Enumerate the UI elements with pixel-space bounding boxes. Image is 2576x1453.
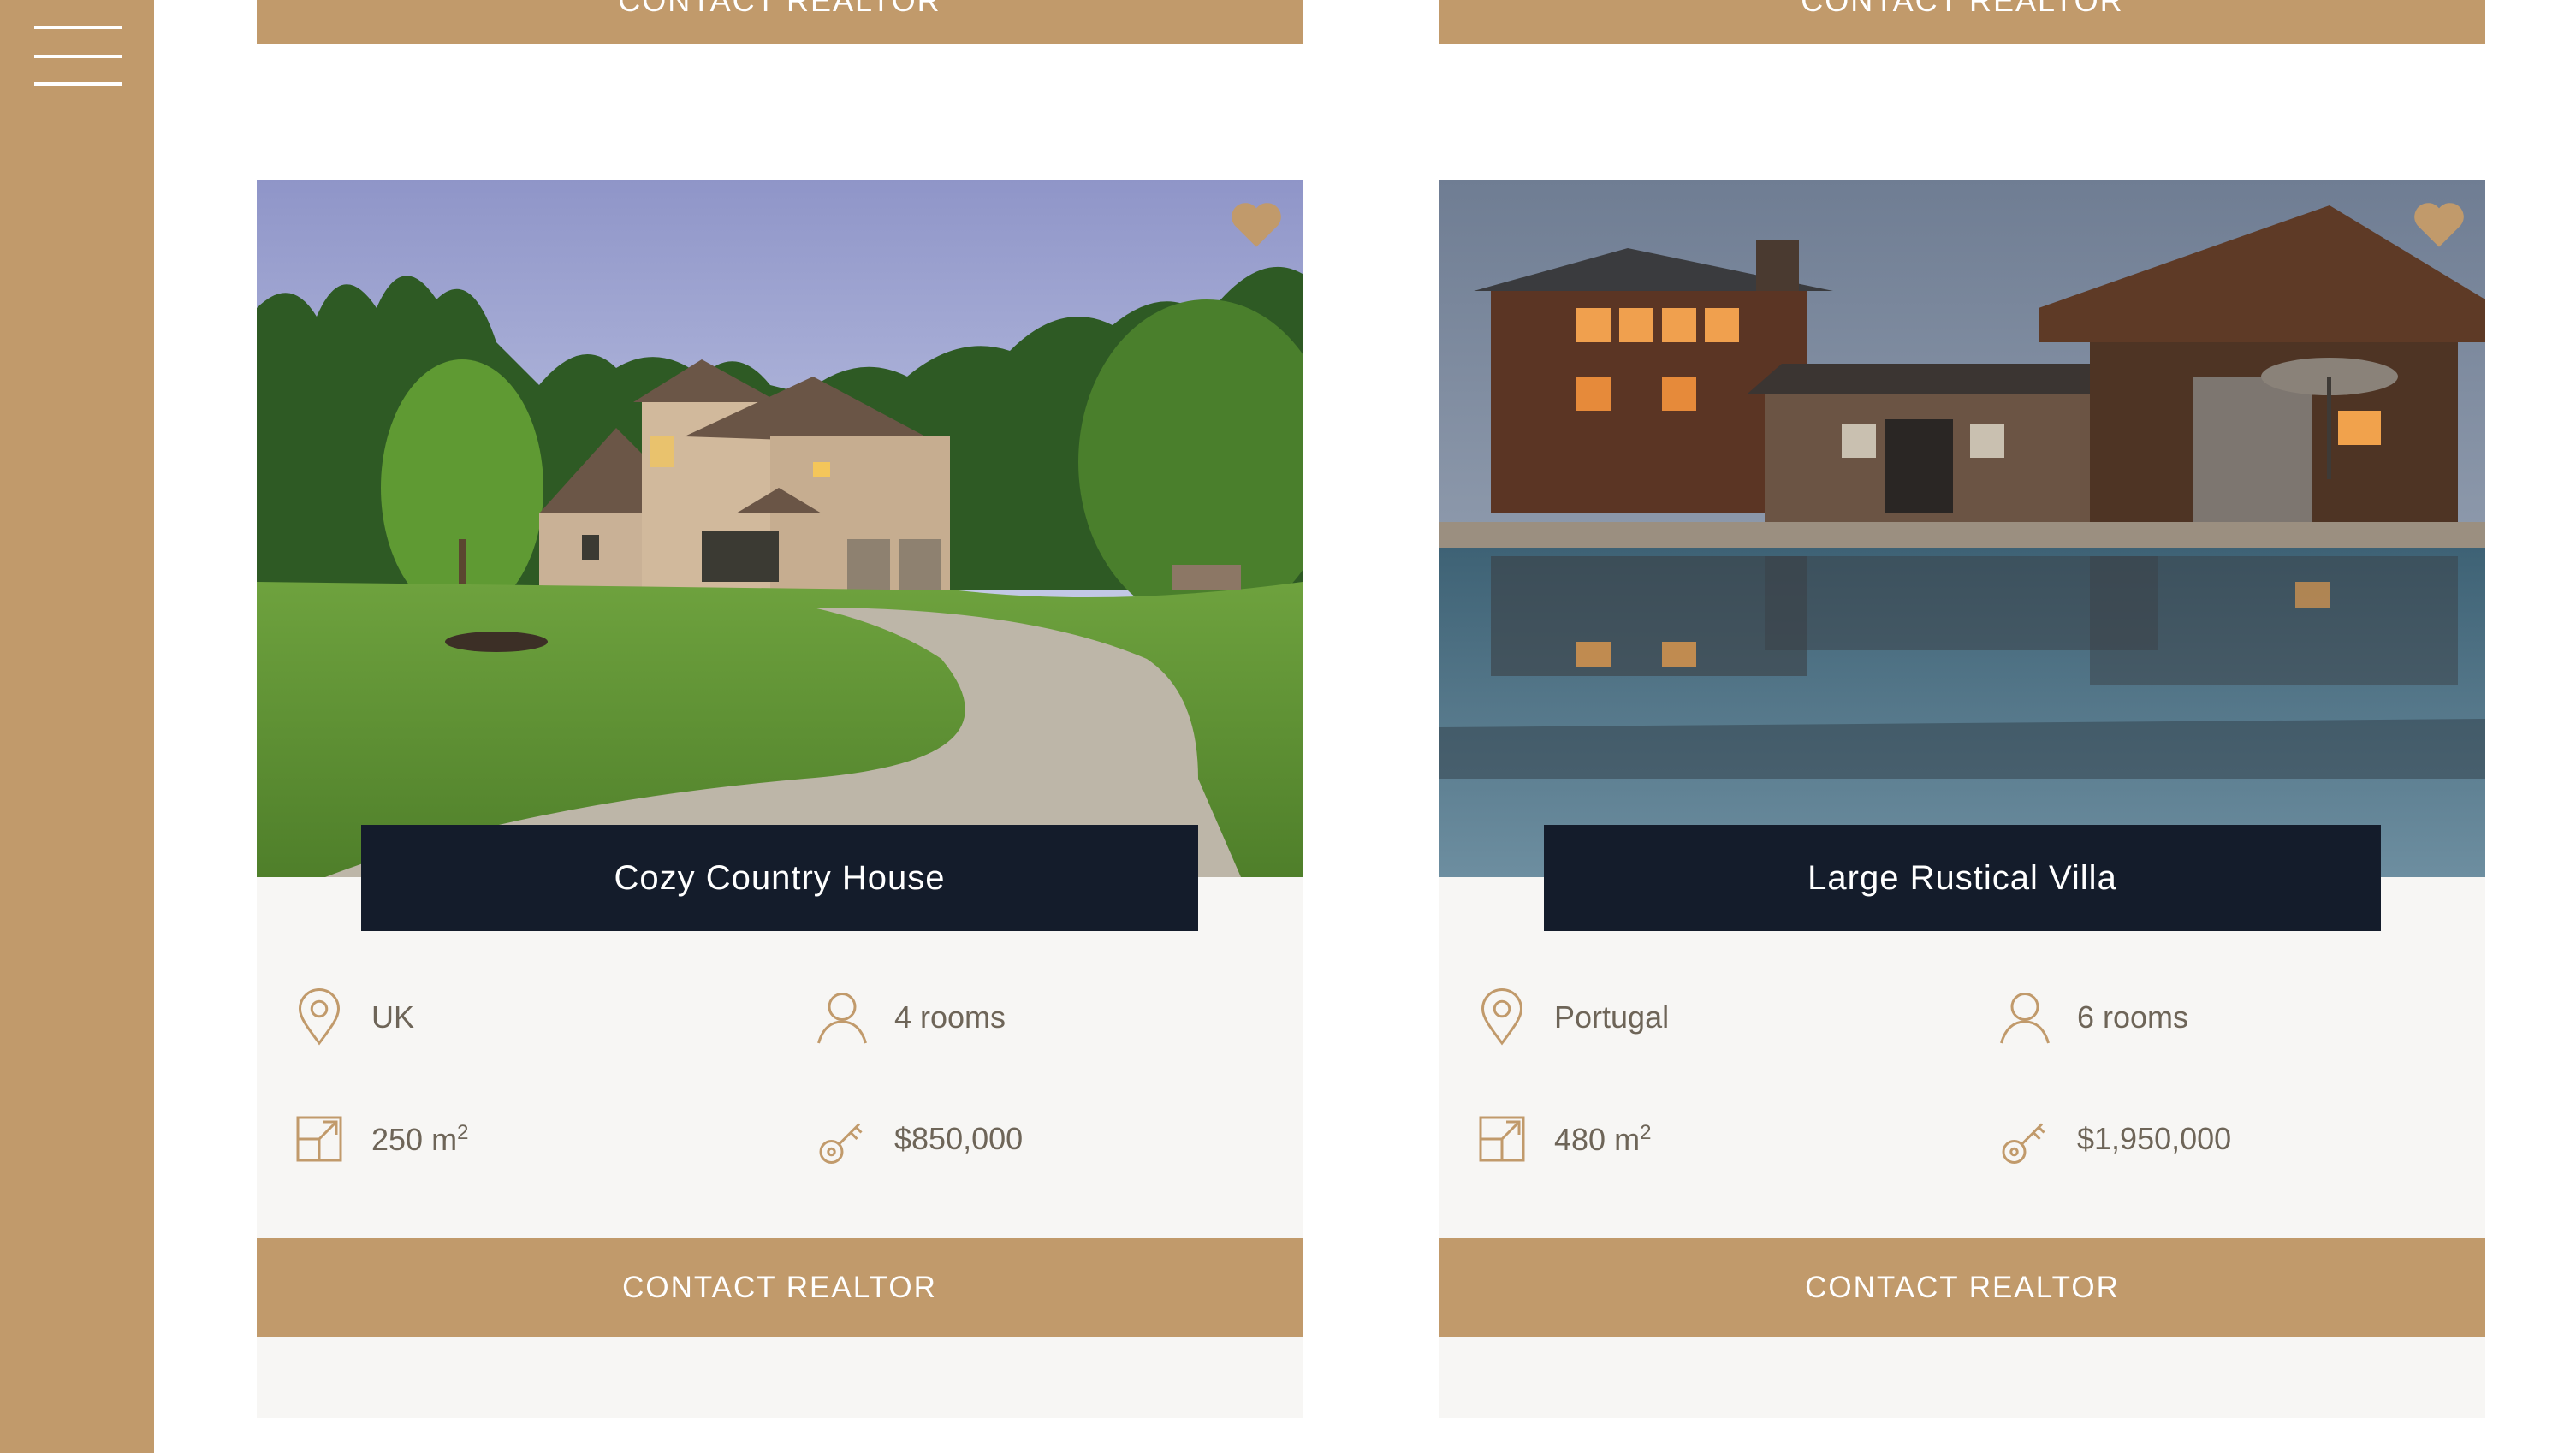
feature-price: $1,950,000 <box>1998 1108 2231 1170</box>
house-photo <box>257 180 1303 877</box>
contact-realtor-button[interactable]: CONTACT REALTOR <box>257 1238 1303 1337</box>
listing-details: UK 4 rooms 250 m2 $850,000 <box>257 877 1303 1418</box>
key-icon <box>2002 1123 2045 1164</box>
rooms-text: 4 rooms <box>894 999 1006 1035</box>
contact-realtor-button[interactable]: CONTACT REALTOR <box>1439 1238 2485 1337</box>
feature-area: 250 m2 <box>293 1108 468 1170</box>
contact-realtor-button-prev-right[interactable]: CONTACT REALTOR <box>1439 0 2485 44</box>
feature-rooms: 6 rooms <box>1998 987 2188 1048</box>
house-photo <box>1439 180 2485 877</box>
person-icon <box>2000 993 2050 1044</box>
listing-title: Large Rustical Villa <box>1544 825 2381 931</box>
heart-icon[interactable] <box>2412 199 2466 250</box>
area-text: 250 m2 <box>371 1120 469 1157</box>
listing-details: Portugal 6 rooms 480 m2 $1,950,000 <box>1439 877 2485 1418</box>
map-pin-icon <box>298 988 341 1046</box>
rooms-text: 6 rooms <box>2077 999 2189 1035</box>
location-text: Portugal <box>1554 999 1670 1035</box>
person-icon <box>817 993 867 1044</box>
price-text: $850,000 <box>894 1121 1024 1156</box>
heart-icon[interactable] <box>1229 199 1284 250</box>
feature-rooms: 4 rooms <box>816 987 1006 1048</box>
map-pin-icon <box>1481 988 1523 1046</box>
listing-title: Cozy Country House <box>361 825 1198 931</box>
sidebar <box>0 0 154 1453</box>
listing-card: Portugal 6 rooms 480 m2 $1,950,000 Large… <box>1439 180 2485 1418</box>
resize-square-icon <box>296 1116 342 1162</box>
hamburger-menu-icon[interactable] <box>34 26 122 87</box>
feature-area: 480 m2 <box>1475 1108 1651 1170</box>
area-text: 480 m2 <box>1554 1120 1652 1157</box>
listing-card: UK 4 rooms 250 m2 $850,000 Cozy Country … <box>257 180 1303 1418</box>
key-icon <box>819 1123 863 1164</box>
location-text: UK <box>371 999 415 1035</box>
price-text: $1,950,000 <box>2077 1121 2232 1156</box>
contact-realtor-button-prev-left[interactable]: CONTACT REALTOR <box>257 0 1303 44</box>
resize-square-icon <box>1479 1116 1525 1162</box>
feature-price: $850,000 <box>816 1108 1023 1170</box>
feature-location: Portugal <box>1475 987 1669 1048</box>
feature-location: UK <box>293 987 414 1048</box>
